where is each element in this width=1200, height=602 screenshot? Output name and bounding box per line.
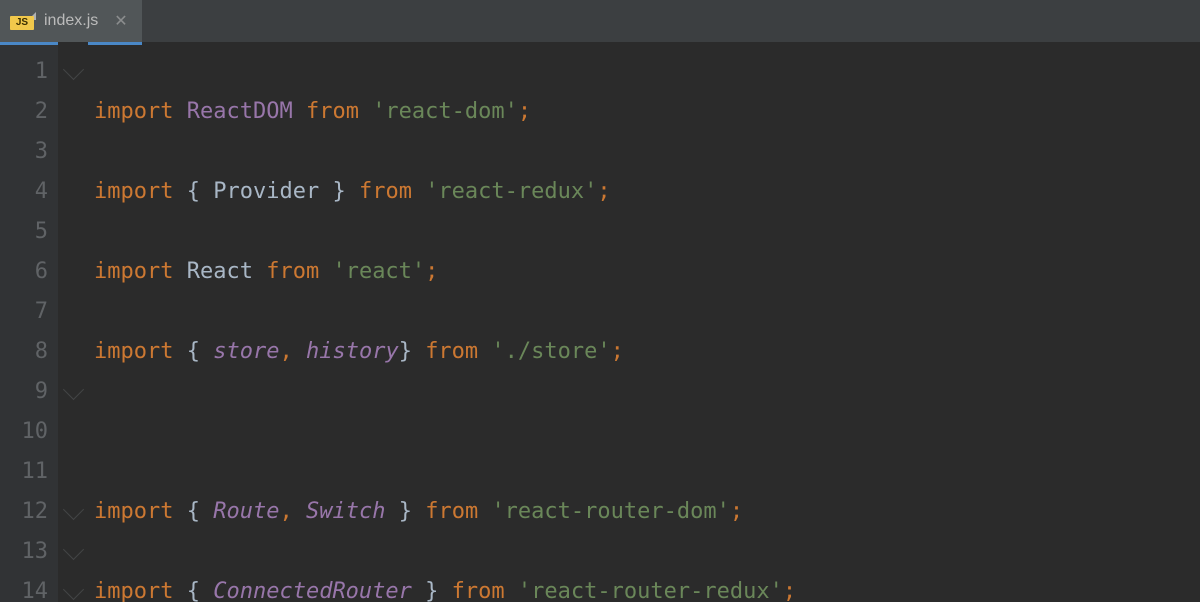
file-tab[interactable]: JS index.js ✕ <box>0 0 142 42</box>
linenum: 4 <box>0 172 48 212</box>
gutter: 1 2 3 4 5 6 7 8 9 10 11 12 13 14 <box>0 42 58 602</box>
code-line: import ReactDOM from 'react-dom'; <box>94 92 1200 132</box>
code-editor[interactable]: 1 2 3 4 5 6 7 8 9 10 11 12 13 14 import … <box>0 42 1200 602</box>
tab-bar: JS index.js ✕ <box>0 0 1200 42</box>
linenum: 10 <box>0 412 48 452</box>
code-area[interactable]: import ReactDOM from 'react-dom'; import… <box>88 42 1200 602</box>
linenum: 2 <box>0 92 48 132</box>
js-file-icon: JS <box>10 12 36 30</box>
linenum: 14 <box>0 572 48 602</box>
fold-marker-icon[interactable] <box>63 579 84 600</box>
linenum: 7 <box>0 292 48 332</box>
tab-filename: index.js <box>44 12 98 30</box>
fold-column <box>58 42 88 602</box>
linenum: 3 <box>0 132 48 172</box>
fold-marker-icon[interactable] <box>63 499 84 520</box>
linenum: 9 <box>0 372 48 412</box>
linenum: 13 <box>0 532 48 572</box>
fold-marker-icon[interactable] <box>63 379 84 400</box>
code-line: import { Provider } from 'react-redux'; <box>94 172 1200 212</box>
code-line: import { ConnectedRouter } from 'react-r… <box>94 572 1200 602</box>
linenum: 6 <box>0 252 48 292</box>
linenum: 11 <box>0 452 48 492</box>
code-line: import { Route, Switch } from 'react-rou… <box>94 492 1200 532</box>
linenum: 5 <box>0 212 48 252</box>
linenum: 8 <box>0 332 48 372</box>
code-line <box>94 412 1200 452</box>
close-icon[interactable]: ✕ <box>114 11 127 31</box>
fold-marker-icon[interactable] <box>63 539 84 560</box>
fold-marker-icon[interactable] <box>63 59 84 80</box>
code-line: import React from 'react'; <box>94 252 1200 292</box>
linenum: 1 <box>0 52 48 92</box>
code-line: import { store, history} from './store'; <box>94 332 1200 372</box>
linenum: 12 <box>0 492 48 532</box>
